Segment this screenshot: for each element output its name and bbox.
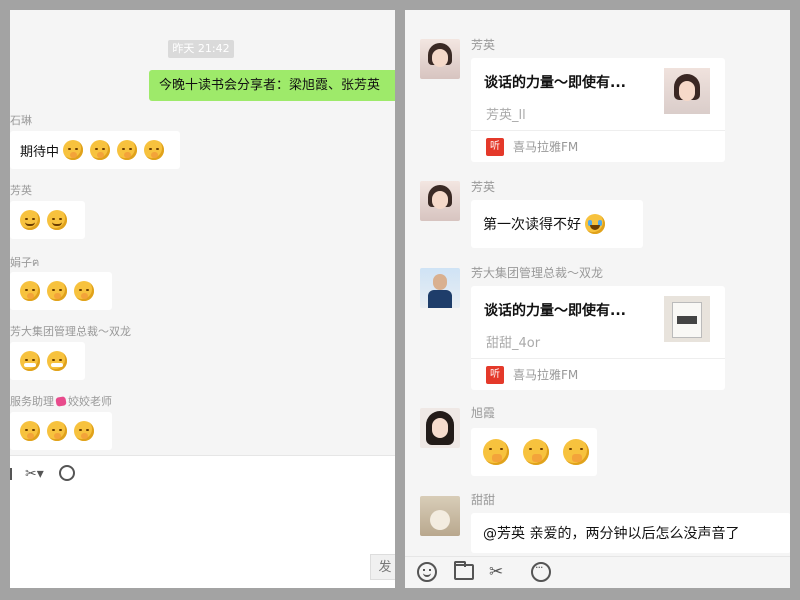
sender-name: 芳英	[10, 184, 32, 197]
hand-over-mouth-emoji-icon	[47, 281, 67, 301]
sender-name: 娟子ฅ	[10, 256, 40, 269]
hand-over-mouth-emoji-icon	[523, 439, 549, 465]
message-bubble[interactable]	[471, 428, 597, 476]
smile-emoji-icon	[20, 210, 40, 230]
sender-name: 石琳	[10, 114, 32, 127]
message-bubble[interactable]	[10, 272, 112, 310]
timestamp: 昨天 21:42	[168, 40, 234, 58]
avatar[interactable]	[420, 496, 460, 536]
my-message-bubble[interactable]: 今晚十读书会分享者：梁旭霞、张芳英	[149, 70, 395, 101]
heart-icon	[55, 396, 67, 407]
text-cursor	[10, 468, 12, 480]
chat-history-icon[interactable]	[59, 465, 75, 481]
avatar[interactable]	[420, 39, 460, 79]
card-title: 谈话的力量～即使有...	[484, 75, 626, 91]
hand-over-mouth-emoji-icon	[63, 140, 84, 160]
card-subtitle: 芳英_ll	[486, 108, 526, 123]
hand-over-mouth-emoji-icon	[144, 140, 165, 160]
message-text: 第一次读得不好	[483, 217, 581, 233]
hand-over-mouth-emoji-icon	[74, 281, 94, 301]
ximalaya-logo-icon: 听	[486, 138, 504, 156]
scissors-icon[interactable]: ✂▾	[489, 562, 509, 588]
message-bubble[interactable]	[10, 342, 85, 380]
chat-history-icon[interactable]	[531, 561, 551, 582]
card-divider	[471, 358, 725, 359]
sender-suffix: 姣姣老师	[68, 395, 112, 408]
smile-emoji-icon	[47, 210, 67, 230]
card-thumbnail	[664, 68, 710, 114]
card-subtitle: 甜甜_4or	[486, 336, 541, 351]
hand-over-mouth-emoji-icon	[20, 281, 40, 301]
message-bubble[interactable]: 第一次读得不好	[471, 200, 643, 248]
smile-icon[interactable]	[417, 562, 437, 582]
avatar[interactable]	[420, 408, 460, 448]
send-button[interactable]: 发	[370, 554, 395, 580]
avatar[interactable]	[420, 181, 460, 221]
hand-over-mouth-emoji-icon	[20, 421, 40, 441]
message-bubble[interactable]: 期待中	[10, 131, 180, 169]
sender-name: 芳大集团管理总裁～双龙	[471, 266, 604, 280]
sender-name: 芳大集团管理总裁～双龙	[10, 325, 131, 338]
message-bubble[interactable]: @芳英 亲爱的，两分钟以后怎么没声音了	[471, 513, 790, 553]
hand-over-mouth-emoji-icon	[90, 140, 111, 160]
right-chat-window: 芳英 谈话的力量～即使有... 芳英_ll 听 喜马拉雅FM 芳英 第一次读得不…	[405, 10, 790, 588]
message-text: 期待中	[20, 144, 60, 160]
scissors-icon[interactable]: ✂▾	[25, 466, 44, 482]
money-mouth-emoji-icon	[47, 351, 67, 371]
sender-name: 甜甜	[471, 493, 496, 507]
message-bubble[interactable]	[10, 412, 112, 450]
hand-over-mouth-emoji-icon	[563, 439, 589, 465]
card-source: 喜马拉雅FM	[513, 140, 579, 154]
hand-over-mouth-emoji-icon	[74, 421, 94, 441]
audio-card[interactable]: 谈话的力量～即使有... 甜甜_4or 听 喜马拉雅FM	[471, 286, 725, 390]
folder-icon[interactable]	[454, 561, 474, 580]
money-mouth-emoji-icon	[20, 351, 40, 371]
card-source: 喜马拉雅FM	[513, 368, 579, 382]
sender-name: 芳英	[471, 180, 496, 194]
card-divider	[471, 130, 725, 131]
tears-of-joy-emoji-icon	[585, 214, 605, 234]
card-title: 谈话的力量～即使有...	[484, 303, 626, 319]
sender-name: 旭霞	[471, 406, 496, 420]
sender-name: 芳英	[471, 38, 496, 52]
hand-over-mouth-emoji-icon	[483, 439, 509, 465]
message-bubble[interactable]	[10, 201, 85, 239]
left-chat-window: 昨天 21:42 今晚十读书会分享者：梁旭霞、张芳英 石琳 期待中 芳英 娟子ฅ…	[10, 10, 395, 588]
audio-card[interactable]: 谈话的力量～即使有... 芳英_ll 听 喜马拉雅FM	[471, 58, 725, 162]
hand-over-mouth-emoji-icon	[47, 421, 67, 441]
hand-over-mouth-emoji-icon	[117, 140, 138, 160]
card-thumbnail	[664, 296, 710, 342]
sender-prefix: 服务助理	[10, 395, 54, 408]
sender-name: 服务助理 姣姣老师	[10, 393, 112, 409]
avatar[interactable]	[420, 268, 460, 308]
ximalaya-logo-icon: 听	[486, 366, 504, 384]
message-text: @芳英 亲爱的，两分钟以后怎么没声音了	[483, 526, 740, 542]
